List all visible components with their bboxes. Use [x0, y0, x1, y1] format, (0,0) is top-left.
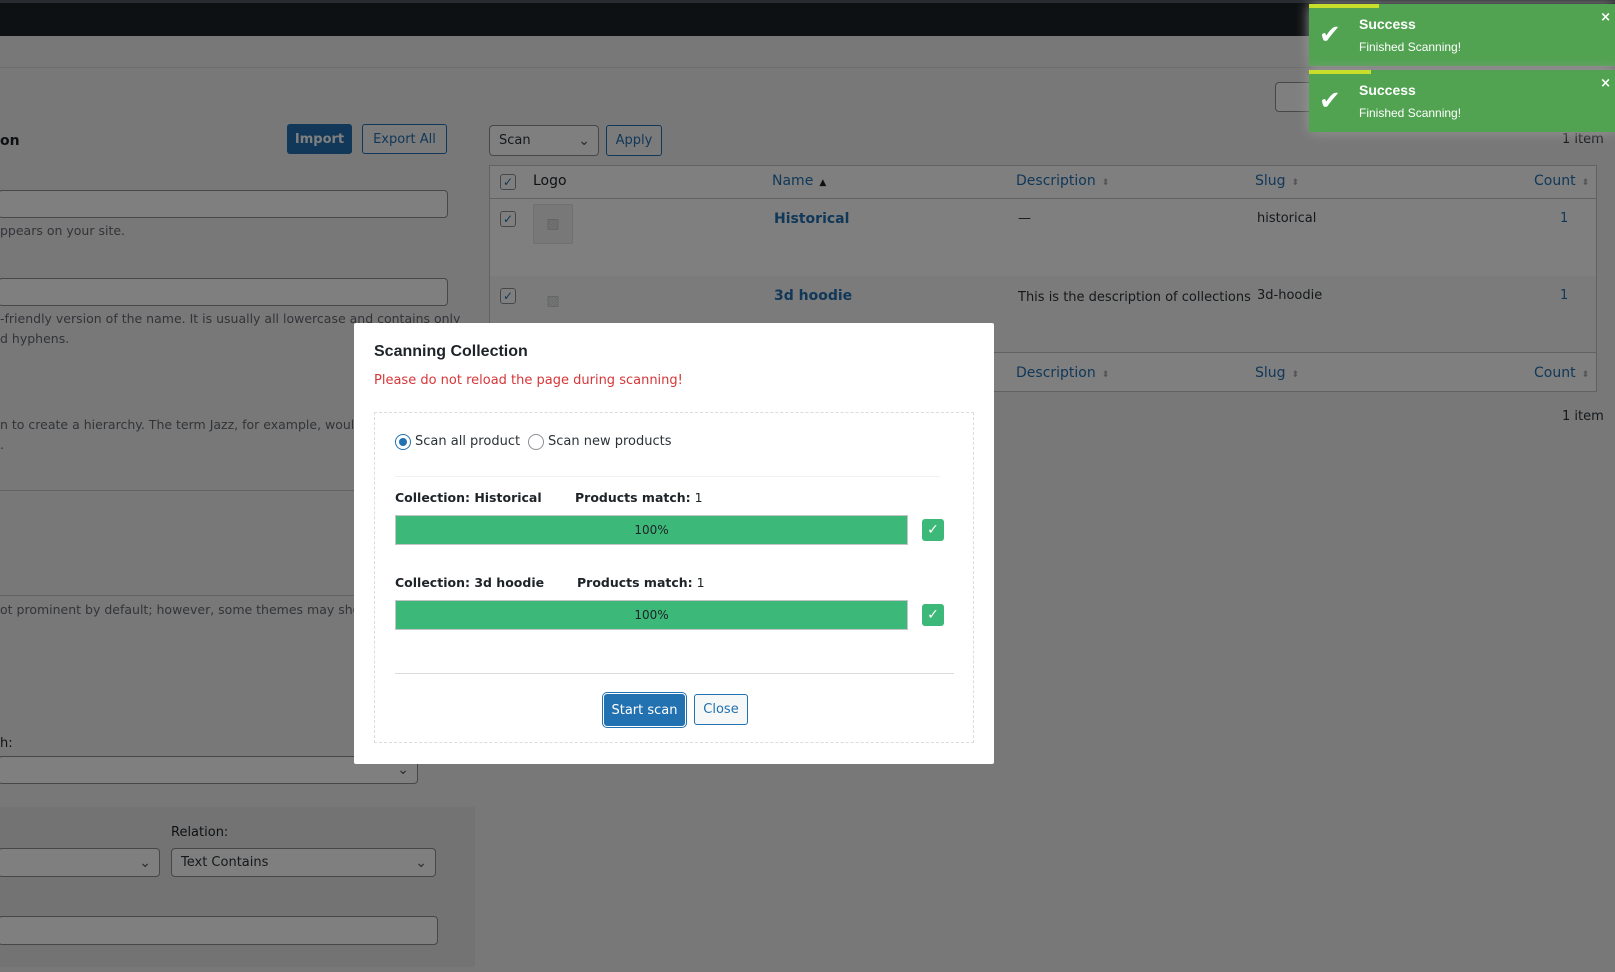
close-icon[interactable]: × — [1600, 10, 1611, 25]
check-icon: ✔ — [1319, 86, 1341, 116]
success-toast[interactable]: ✔ Success Finished Scanning! × — [1309, 70, 1615, 132]
close-button[interactable]: Close — [694, 694, 748, 725]
scan-all-radio[interactable] — [395, 434, 411, 450]
footer-divider — [395, 673, 954, 674]
products-match-value: 1 — [694, 490, 703, 505]
progress-bar: 100% — [395, 600, 908, 630]
check-icon: ✔ — [1319, 20, 1341, 50]
divider — [395, 476, 940, 477]
toast-title: Success — [1359, 16, 1416, 32]
progress-bar: 100% — [395, 515, 908, 545]
scan-panel: Scan all product Scan new products Colle… — [374, 412, 974, 743]
collection-label: Collection: Historical — [395, 490, 542, 505]
scan-new-radio[interactable] — [528, 434, 544, 450]
products-match: Products match: 1 — [575, 490, 703, 505]
modal-title: Scanning Collection — [374, 343, 528, 360]
scanning-modal: Scanning Collection Please do not reload… — [354, 323, 994, 764]
toast-progress — [1309, 4, 1379, 8]
progress-text: 100% — [634, 523, 669, 537]
modal-warning: Please do not reload the page during sca… — [374, 373, 683, 388]
toast-message: Finished Scanning! — [1359, 40, 1462, 54]
close-icon[interactable]: × — [1600, 76, 1611, 91]
start-scan-button[interactable]: Start scan — [604, 694, 685, 726]
toast-progress — [1309, 70, 1371, 74]
products-match-value: 1 — [696, 575, 705, 590]
products-match-label: Products match: — [575, 490, 691, 505]
success-toast[interactable]: ✔ Success Finished Scanning! × — [1309, 4, 1615, 66]
scan-all-label[interactable]: Scan all product — [415, 434, 520, 449]
check-icon: ✓ — [922, 519, 944, 541]
scan-new-label[interactable]: Scan new products — [548, 434, 672, 449]
progress-text: 100% — [634, 608, 669, 622]
collection-label: Collection: 3d hoodie — [395, 575, 545, 590]
products-match-label: Products match: — [577, 575, 693, 590]
check-icon: ✓ — [922, 604, 944, 626]
products-match: Products match: 1 — [577, 575, 705, 590]
toast-message: Finished Scanning! — [1359, 106, 1462, 120]
toast-title: Success — [1359, 82, 1416, 98]
